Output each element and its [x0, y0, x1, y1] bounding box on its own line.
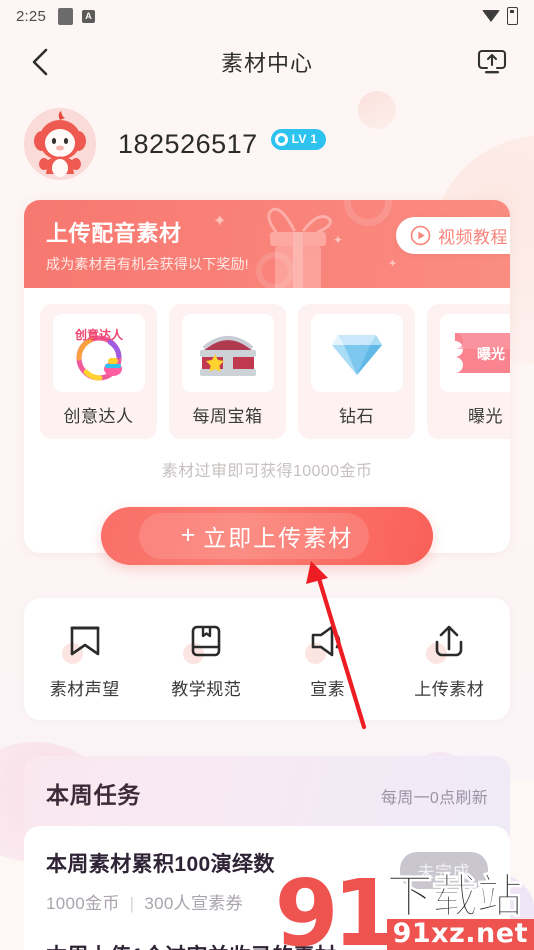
quick-action-label: 素材声望 — [49, 680, 120, 699]
upload-material-label: 立即上传素材 — [203, 525, 354, 551]
reward-card[interactable]: 创意达人 创意达人 — [40, 304, 157, 439]
promo-body: 创意达人 创意达人 每周宝箱 钻石 曝光 曝光 素材过审即可获得10000金币 … — [24, 288, 510, 565]
navigation-bar: 素材中心 — [0, 32, 534, 92]
task-row[interactable]: 本周上传1个过审并收录的素材 — [46, 940, 488, 950]
svg-text:曝光: 曝光 — [477, 346, 505, 363]
page-title: 素材中心 — [220, 51, 313, 76]
task-name: 本周上传1个过审并收录的素材 — [46, 940, 488, 950]
tasks-header: 本周任务 每周一0点刷新 — [24, 776, 510, 826]
video-tutorial-button[interactable]: 视频教程 — [396, 217, 510, 254]
status-badge[interactable]: 未完成 — [399, 852, 488, 889]
weekly-tasks-section: 本周任务 每周一0点刷新 本周素材累积100演绎数 1000金币 | 300人宣… — [24, 756, 510, 950]
megaphone-icon — [304, 620, 351, 664]
play-circle-icon — [410, 225, 431, 246]
battery-icon — [507, 7, 518, 25]
upload-promo-card: ✦ ✦ ✦ 上传配音素材 成为素材君有机会获得以下奖励! 视频教程 创意达人 创… — [24, 200, 510, 565]
quick-action-label: 教学规范 — [171, 680, 242, 699]
notification-block-icon — [58, 7, 73, 25]
status-indicators — [482, 7, 518, 25]
quick-action-label: 宣素 — [310, 680, 346, 699]
diamond-icon — [310, 314, 403, 392]
quick-action-label: 上传素材 — [414, 680, 485, 699]
task-row[interactable]: 本周素材累积100演绎数 1000金币 | 300人宣素券 未完成 — [46, 848, 488, 940]
promo-hint: 素材过审即可获得10000金币 — [161, 463, 373, 480]
task-reward-coins: 1000金币 — [46, 894, 120, 913]
task-list: 本周素材累积100演绎数 1000金币 | 300人宣素券 未完成 本周上传1个… — [24, 826, 510, 950]
treasure-chest-icon — [181, 314, 274, 392]
notification-a-icon: A — [82, 9, 95, 23]
level-badge[interactable]: LV 1 — [270, 128, 327, 150]
mascot-avatar-icon — [24, 108, 96, 180]
reward-card[interactable]: 钻石 — [298, 304, 415, 439]
quick-action-reputation[interactable]: 素材声望 — [24, 620, 146, 700]
task-reward: 1000金币 | 300人宣素券 — [46, 889, 400, 914]
upload-material-button[interactable]: + 立即上传素材 — [101, 507, 433, 565]
quick-action-guidelines[interactable]: 教学规范 — [146, 620, 268, 700]
reward-label: 钻石 — [339, 407, 374, 426]
promo-header: ✦ ✦ ✦ 上传配音素材 成为素材君有机会获得以下奖励! 视频教程 — [24, 200, 510, 288]
quick-actions-bar: 素材声望 教学规范 宣素 上传素材 — [24, 598, 510, 720]
quick-action-upload[interactable]: 上传素材 — [389, 620, 511, 700]
status-time: 2:25 — [16, 7, 46, 25]
video-tutorial-label: 视频教程 — [438, 228, 508, 247]
promo-subtitle: 成为素材君有机会获得以下奖励! — [46, 256, 249, 272]
task-reward-separator: | — [129, 894, 135, 913]
creative-master-badge-icon: 创意达人 — [52, 314, 145, 392]
tasks-title: 本周任务 — [46, 782, 142, 808]
reward-card[interactable]: 曝光 曝光 — [427, 304, 510, 439]
reward-label: 每周宝箱 — [192, 407, 263, 426]
wifi-icon — [482, 10, 500, 22]
user-id: 182526517 — [118, 128, 258, 159]
reward-card[interactable]: 每周宝箱 — [169, 304, 286, 439]
exposure-ticket-icon: 曝光 — [439, 314, 510, 392]
plus-icon: + — [180, 520, 198, 549]
level-badge-icon — [274, 132, 288, 146]
task-content: 本周素材累积100演绎数 1000金币 | 300人宣素券 — [46, 848, 400, 914]
upload-icon — [426, 620, 472, 664]
task-reward-ticket: 300人宣素券 — [144, 894, 243, 913]
reward-label: 曝光 — [468, 407, 503, 426]
reward-list: 创意达人 创意达人 每周宝箱 钻石 曝光 曝光 — [24, 304, 510, 439]
bookmark-icon — [61, 620, 108, 664]
status-bar: 2:25 A — [0, 0, 534, 32]
quick-action-promote[interactable]: 宣素 — [267, 620, 389, 700]
svg-text:创意达人: 创意达人 — [73, 327, 123, 342]
profile-row[interactable]: 182526517 LV 1 — [0, 92, 534, 200]
task-name: 本周素材累积100演绎数 — [46, 853, 275, 876]
level-badge-label: LV 1 — [291, 132, 318, 146]
task-content: 本周上传1个过审并收录的素材 — [46, 940, 488, 950]
avatar[interactable] — [24, 108, 96, 180]
reward-label: 创意达人 — [63, 407, 134, 426]
book-icon — [183, 620, 229, 664]
cta-wrapper: + 立即上传素材 — [24, 487, 510, 565]
tasks-refresh-note: 每周一0点刷新 — [381, 790, 488, 807]
phone-screen: 2:25 A 素材中心 182526517 LV 1 ✦ ✦ ✦ 上传配音素材 … — [0, 0, 534, 950]
